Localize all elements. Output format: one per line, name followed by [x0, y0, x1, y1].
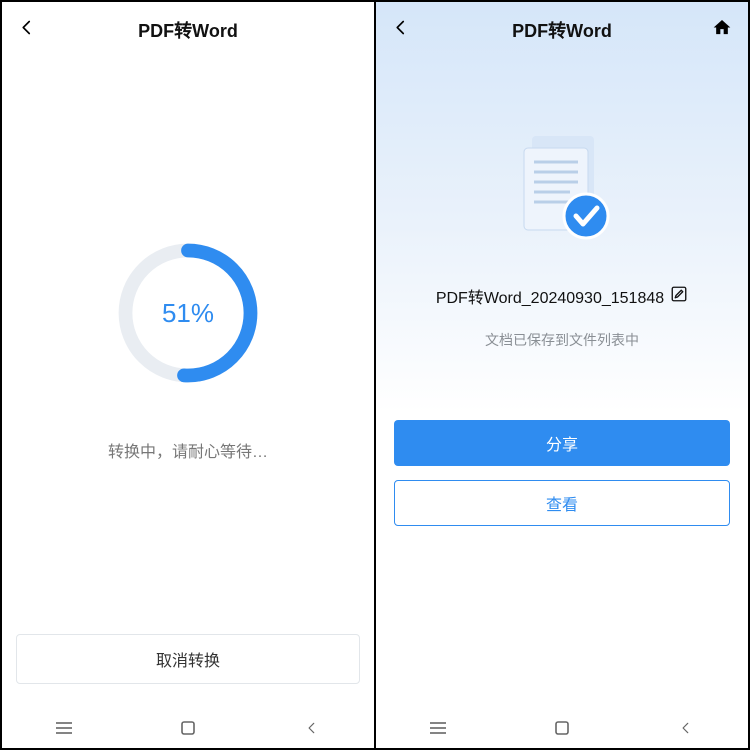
progress-percent-label: 51%	[113, 238, 263, 388]
recents-icon[interactable]	[54, 718, 74, 738]
action-buttons: 分享 查看	[376, 420, 748, 526]
page-title: PDF转Word	[512, 17, 612, 43]
cancel-button-label: 取消转换	[156, 647, 220, 671]
document-success-icon	[502, 128, 622, 248]
back-nav-icon[interactable]	[302, 718, 322, 738]
file-name: PDF转Word_20240930_151848	[436, 284, 664, 308]
view-button-label: 查看	[546, 491, 578, 515]
progress-screen: PDF转Word 51% 转换中，请耐心等待… 取消转换	[2, 2, 374, 748]
header-left: PDF转Word	[2, 2, 374, 58]
right-content: PDF转Word_20240930_151848 文档已保存到文件列表中 分享 …	[376, 58, 748, 708]
home-icon[interactable]	[712, 18, 732, 43]
cancel-button[interactable]: 取消转换	[16, 634, 360, 684]
status-text: 转换中，请耐心等待…	[108, 438, 268, 462]
system-navbar-right	[376, 708, 748, 748]
result-screen: PDF转Word	[376, 2, 748, 748]
edit-name-icon[interactable]	[670, 285, 688, 308]
share-button[interactable]: 分享	[394, 420, 730, 466]
progress-ring: 51%	[113, 238, 263, 388]
share-button-label: 分享	[546, 431, 578, 455]
home-nav-icon[interactable]	[552, 718, 572, 738]
left-content: 51% 转换中，请耐心等待…	[2, 58, 374, 634]
recents-icon[interactable]	[428, 718, 448, 738]
file-name-row: PDF转Word_20240930_151848	[436, 284, 688, 308]
home-nav-icon[interactable]	[178, 718, 198, 738]
back-icon[interactable]	[392, 19, 410, 42]
view-button[interactable]: 查看	[394, 480, 730, 526]
saved-message: 文档已保存到文件列表中	[485, 330, 639, 350]
page-title: PDF转Word	[138, 17, 238, 43]
back-icon[interactable]	[18, 19, 36, 42]
header-right: PDF转Word	[376, 2, 748, 58]
system-navbar-left	[2, 708, 374, 748]
back-nav-icon[interactable]	[676, 718, 696, 738]
